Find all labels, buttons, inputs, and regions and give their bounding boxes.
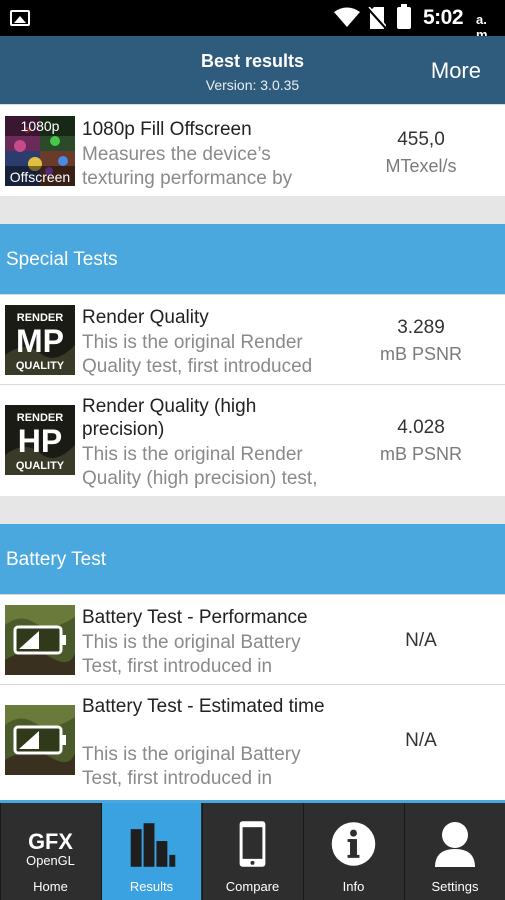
thumb-text-bottom: Offscreen — [10, 169, 70, 185]
row-value: N/A — [405, 730, 437, 751]
result-row-render-quality-high-precision[interactable]: RENDER HP QUALITY Render Quality (high p… — [0, 384, 505, 496]
row-title: Render Quality — [82, 307, 209, 328]
tab-label: Info — [342, 879, 365, 894]
logo-text-opengl: OpenGL — [26, 853, 75, 868]
row-description: This is the original Render Quality test… — [82, 332, 313, 377]
row-value: 4.028 — [397, 417, 445, 438]
row-title: Battery Test - Estimated time — [82, 696, 325, 717]
tab-results[interactable]: Results — [101, 803, 201, 900]
result-row-battery-performance[interactable]: Battery Test - Performance This is the o… — [0, 594, 505, 684]
result-row-fill-offscreen[interactable]: 1080p Offscreen 1080p Fill Offscreen Mea… — [0, 104, 505, 196]
info-icon — [331, 822, 376, 866]
user-icon — [435, 822, 475, 867]
tab-info[interactable]: Info — [303, 803, 403, 900]
row-description: This is the original Battery Test, first… — [82, 632, 301, 677]
thumb-text-top: 1080p — [21, 118, 60, 134]
logo-text-gfx: GFX — [28, 829, 73, 854]
tab-label: Home — [33, 879, 68, 894]
fill-offscreen-thumbnail: 1080p Offscreen — [5, 116, 75, 186]
row-unit: MTexel/s — [385, 156, 457, 176]
badge-text-big: HP — [18, 423, 62, 459]
bar-chart-icon — [130, 823, 176, 867]
more-button[interactable]: More — [431, 58, 481, 84]
badge-text-bottom: QUALITY — [16, 360, 65, 372]
row-title: 1080p Fill Offscreen — [82, 119, 252, 140]
section-header-battery-test: Battery Test — [0, 524, 505, 594]
row-title: Render Quality (high precision) — [82, 396, 257, 440]
gfx-opengl-logo: GFX OpenGL — [26, 829, 75, 868]
tab-label: Results — [129, 879, 174, 894]
phone-icon — [239, 821, 266, 867]
gallery-notification-icon — [10, 10, 30, 26]
status-bar: 5:02 a. m. — [0, 0, 505, 42]
row-unit: mB PSNR — [379, 344, 462, 364]
tab-home[interactable]: GFX OpenGL Home — [0, 803, 100, 900]
no-sim-icon — [368, 7, 386, 29]
row-title: Battery Test - Performance — [82, 607, 308, 628]
badge-text-bottom: QUALITY — [16, 460, 65, 472]
row-value: N/A — [405, 630, 437, 651]
tab-settings[interactable]: Settings — [404, 803, 505, 900]
row-value: 3.289 — [397, 317, 445, 338]
result-row-render-quality[interactable]: RENDER MP QUALITY Render Quality This is… — [0, 294, 505, 384]
badge-text-big: MP — [16, 323, 64, 359]
results-list[interactable]: 1080p Offscreen 1080p Fill Offscreen Mea… — [0, 104, 505, 800]
result-row-battery-estimated-time[interactable]: Battery Test - Estimated time This is th… — [0, 684, 505, 800]
battery-thumbnail — [5, 705, 75, 775]
row-unit: mB PSNR — [379, 444, 462, 464]
tab-compare[interactable]: Compare — [202, 803, 302, 900]
row-description: This is the original Battery Test, first… — [82, 744, 301, 789]
tab-label: Compare — [225, 879, 280, 894]
render-quality-hp-thumbnail: RENDER HP QUALITY — [5, 405, 75, 475]
row-description: This is the original Render Quality (hig… — [82, 444, 318, 489]
bottom-tab-bar: GFX OpenGL Home Results Compare Info Set… — [0, 800, 505, 900]
battery-icon — [397, 4, 411, 29]
section-header-special-tests: Special Tests — [0, 224, 505, 294]
page-title: Best results — [200, 51, 305, 71]
version-label: Version: 3.0.35 — [205, 77, 300, 93]
tab-label: Settings — [431, 879, 479, 894]
app-header: Best results Version: 3.0.35 More — [0, 36, 505, 104]
wifi-icon — [334, 7, 360, 27]
row-value: 455,0 — [397, 129, 445, 150]
battery-thumbnail — [5, 605, 75, 675]
clock-time: 5:02 — [423, 6, 464, 29]
row-description: Measures the device’s texturing performa… — [82, 144, 293, 189]
render-quality-mp-thumbnail: RENDER MP QUALITY — [5, 305, 75, 375]
